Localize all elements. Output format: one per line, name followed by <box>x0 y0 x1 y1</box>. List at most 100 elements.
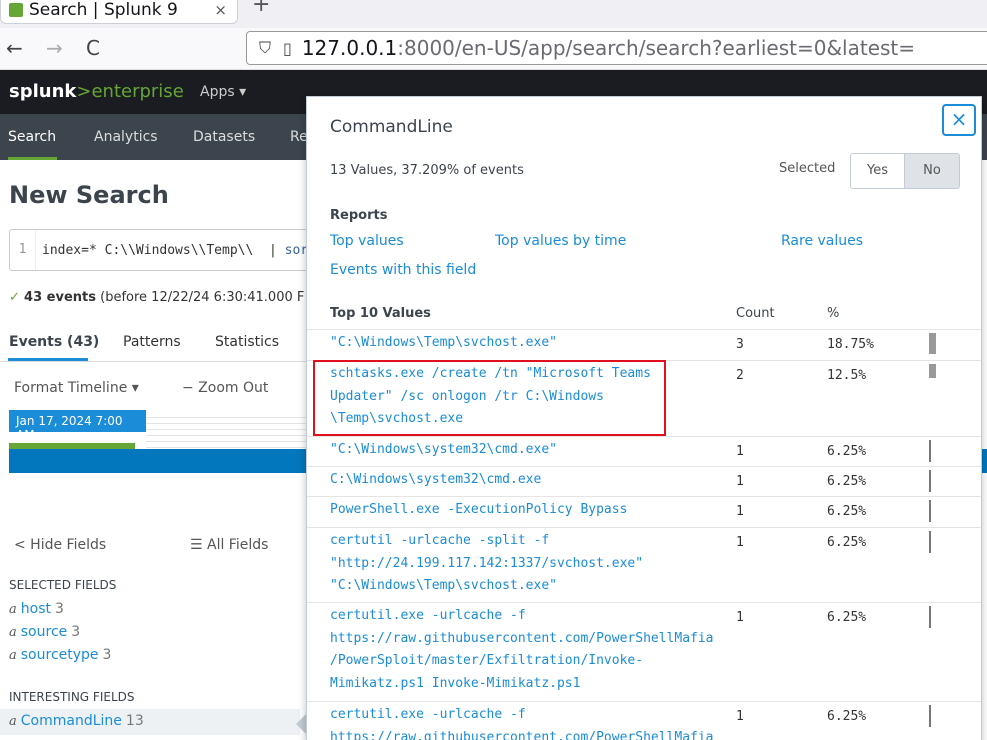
query-text: index=* C:\\Windows\\Temp\\ <box>42 242 254 258</box>
count-cell: 1 <box>736 504 744 519</box>
selected-label: Selected <box>779 161 836 176</box>
pct-cell: 6.25% <box>827 474 867 489</box>
value-cell[interactable]: PowerShell.exe -ExecutionPolicy Bypass <box>330 499 627 522</box>
events-with-field-link[interactable]: Events with this field <box>330 262 476 278</box>
page-title: New Search <box>9 181 169 209</box>
address-bar[interactable]: ⛉ ▯ 127.0.0.1:8000/en-US/app/search/sear… <box>246 31 987 65</box>
row-divider <box>307 496 981 497</box>
percent-bar <box>929 364 936 378</box>
reload-icon[interactable]: C <box>86 36 100 60</box>
browser-navbar: ← → C ⛉ ▯ 127.0.0.1:8000/en-US/app/searc… <box>0 28 987 70</box>
apps-menu[interactable]: Apps ▾ <box>200 84 246 100</box>
highlight-annotation <box>313 360 666 436</box>
percent-bar <box>929 705 931 727</box>
nav-active-indicator <box>8 157 57 160</box>
row-divider <box>307 701 981 702</box>
nav-datasets[interactable]: Datasets <box>193 129 255 145</box>
nav-search[interactable]: Search <box>8 129 56 145</box>
value-cell[interactable]: certutil -urlcache -split -f "http://24.… <box>330 530 643 598</box>
popover-title: CommandLine <box>330 117 453 137</box>
results-tabs: Events (43) Patterns Statistics <box>0 322 310 362</box>
forward-icon[interactable]: → <box>46 36 63 60</box>
popover-summary: 13 Values, 37.209% of events <box>330 163 524 178</box>
field-host[interactable]: a host 3 <box>9 601 64 617</box>
row-divider <box>307 527 981 528</box>
pct-cell: 6.25% <box>827 610 867 625</box>
percent-bar <box>929 606 931 628</box>
top-values-by-time-link[interactable]: Top values by time <box>495 233 626 249</box>
pct-cell: 6.25% <box>827 504 867 519</box>
tab-events[interactable]: Events (43) <box>9 334 99 350</box>
tab-statistics[interactable]: Statistics <box>215 334 279 350</box>
field-sourcetype[interactable]: a sourcetype 3 <box>9 647 111 663</box>
value-cell[interactable]: C:\Windows\system32\cmd.exe <box>330 469 541 492</box>
pct-cell: 12.5% <box>827 368 867 383</box>
fields-header: < Hide Fields ☰ All Fields <box>0 520 310 570</box>
interesting-fields-label: INTERESTING FIELDS <box>9 690 135 704</box>
page-icon: ▯ <box>283 38 292 58</box>
percent-bar <box>929 500 931 522</box>
value-cell[interactable]: certutil.exe -urlcache -f https://raw.gi… <box>330 605 714 695</box>
tab-patterns[interactable]: Patterns <box>123 334 181 350</box>
count-cell: 1 <box>736 610 744 625</box>
all-fields-button[interactable]: ☰ All Fields <box>190 537 268 553</box>
row-divider <box>307 466 981 467</box>
search-input[interactable]: 1 index=* C:\\Windows\\Temp\\ | sor <box>9 229 319 271</box>
count-cell: 1 <box>736 535 744 550</box>
field-summary-popover: CommandLine × 13 Values, 37.209% of even… <box>306 96 982 740</box>
top-values-header: Top 10 Values <box>330 306 431 321</box>
count-cell: 1 <box>736 709 744 724</box>
splunk-logo[interactable]: splunk>enterprise <box>9 81 184 102</box>
field-source[interactable]: a source 3 <box>9 624 80 640</box>
pct-header: % <box>827 306 840 321</box>
value-cell[interactable]: certutil.exe -urlcache -f https://raw.gi… <box>330 704 714 740</box>
url-host: 127.0.0.1 <box>301 36 398 60</box>
top-values-link[interactable]: Top values <box>330 233 404 249</box>
value-cell[interactable]: "C:\Windows\system32\cmd.exe" <box>330 439 557 462</box>
count-cell: 1 <box>736 444 744 459</box>
events-count: 43 events <box>24 290 96 305</box>
close-icon[interactable]: × <box>942 104 976 136</box>
nav-analytics[interactable]: Analytics <box>94 129 158 145</box>
new-tab-icon[interactable]: + <box>252 0 270 17</box>
format-timeline-menu[interactable]: Format Timeline ▾ <box>14 380 139 396</box>
line-number: 1 <box>10 230 36 270</box>
rare-values-link[interactable]: Rare values <box>781 233 863 249</box>
pct-cell: 18.75% <box>827 337 874 352</box>
pct-cell: 6.25% <box>827 444 867 459</box>
row-divider <box>307 436 981 437</box>
value-cell[interactable]: "C:\Windows\Temp\svchost.exe" <box>330 332 557 355</box>
reports-label: Reports <box>330 208 388 223</box>
timeline-grid <box>146 412 310 448</box>
percent-bar <box>929 333 936 354</box>
browser-tabstrip: Search | Splunk 9 × + <box>0 0 987 28</box>
count-header: Count <box>736 306 775 321</box>
selected-no-button[interactable]: No <box>905 154 959 188</box>
pct-cell: 6.25% <box>827 709 867 724</box>
tab-close-icon[interactable]: × <box>214 1 227 19</box>
query-command: sor <box>284 242 309 258</box>
zoom-out-button[interactable]: − Zoom Out <box>182 380 268 396</box>
percent-bar <box>929 440 931 462</box>
selected-toggle: Yes No <box>850 153 960 189</box>
selected-yes-button[interactable]: Yes <box>851 154 905 188</box>
pct-cell: 6.25% <box>827 535 867 550</box>
events-status: ✓ 43 events (before 12/22/24 6:30:41.000… <box>9 290 304 305</box>
shield-icon: ⛉ <box>259 38 272 57</box>
events-range: (before 12/22/24 6:30:41.000 F <box>100 290 305 305</box>
row-divider <box>307 602 981 603</box>
field-commandline[interactable]: a CommandLine 13 <box>9 713 144 729</box>
percent-bar <box>929 531 931 553</box>
count-cell: 3 <box>736 337 744 352</box>
tab-active-indicator <box>8 358 88 361</box>
row-divider <box>307 329 981 330</box>
url-path: :8000/en-US/app/search/search?earliest=0… <box>397 36 916 60</box>
hide-fields-button[interactable]: < Hide Fields <box>14 537 106 553</box>
count-cell: 1 <box>736 474 744 489</box>
splunk-favicon-icon <box>9 2 23 17</box>
browser-tab[interactable]: Search | Splunk 9 × <box>0 0 238 24</box>
count-cell: 2 <box>736 368 744 383</box>
selected-fields-label: SELECTED FIELDS <box>9 578 117 592</box>
percent-bar <box>929 470 931 492</box>
back-icon[interactable]: ← <box>6 36 23 60</box>
